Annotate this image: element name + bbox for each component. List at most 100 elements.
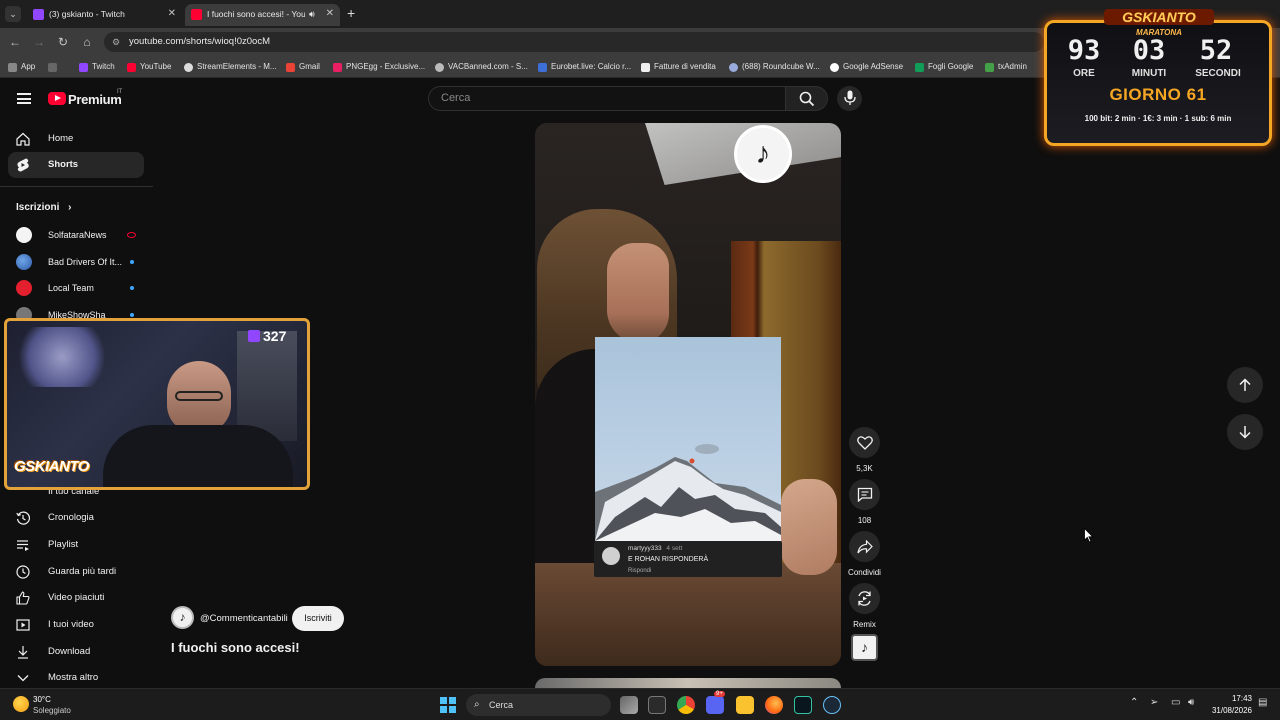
next-short-preview[interactable] [535,678,841,688]
sidebar-item-liked[interactable]: Video piaciuti [8,585,144,611]
sidebar-item-shorts[interactable]: Shorts [8,152,144,178]
clock-date[interactable]: 31/08/2026 [1206,706,1252,715]
tab-youtube[interactable]: I fuochi sono accesi! - YouTube 🔊︎ ✕ [185,4,340,26]
volume-icon[interactable]: 🔊︎ [1188,697,1194,708]
discord-icon[interactable]: 9+ [706,691,725,714]
short-video-player[interactable]: ♪ martyyy333 4 sett E ROHAN RISPONDERÀ R… [535,123,841,666]
start-button[interactable] [440,697,456,713]
bookmark-label: Gmail [299,62,320,71]
sidebar-item-download[interactable]: Download [8,639,144,665]
network-icon[interactable]: ▭ [1171,697,1180,708]
store-icon[interactable] [648,696,666,714]
bookmark-sheets[interactable]: Fogli Google [915,60,973,74]
gmail-icon [286,63,295,72]
comments-button[interactable]: 108 [849,479,880,525]
sidebar-item-home[interactable]: Home [8,126,144,152]
comment-card: martyyy333 4 sett E ROHAN RISPONDERÀ Ris… [594,541,782,577]
channel-name[interactable]: @Commenticantabili [200,613,288,624]
sidebar-item-your-videos[interactable]: I tuoi video [8,612,144,638]
apps-grid-icon [8,63,17,72]
reload-icon[interactable]: ↻ [55,34,71,50]
bookmark-eurobet[interactable]: Eurobet.live: Calcio r... [538,60,631,74]
marathon-timer-overlay: GSKIANTO MARATONA 93 03 52 ORE MINUTI SE… [1044,8,1272,146]
back-icon[interactable]: ← [7,34,23,50]
share-button[interactable]: Condividi [848,531,881,577]
like-button[interactable]: 5,3K [849,427,880,473]
bookmark-gmail[interactable]: Gmail [286,60,320,74]
weather-icon[interactable] [13,696,29,712]
channel-avatar[interactable]: ♪ [171,606,194,629]
google-icon [830,63,839,72]
clock-time[interactable]: 17:43 [1206,694,1252,703]
webcam-room-light [17,327,107,387]
tray-chevron-icon[interactable]: ⌃ [1130,697,1138,708]
menu-icon[interactable] [17,93,31,104]
search-input[interactable]: Cerca [428,86,786,111]
notification-icon[interactable]: ▤ [1258,697,1267,708]
sound-thumbnail[interactable]: ♪ [851,634,878,661]
subscription-item[interactable]: Bad Drivers Of It... [8,249,144,275]
txadmin-icon [985,63,994,72]
tray-send-icon[interactable]: ➢ [1150,697,1158,708]
subscribe-button[interactable]: Iscriviti [292,606,344,631]
streamlabs-icon[interactable] [794,696,812,714]
tab-twitch[interactable]: (3) gskianto - Twitch ✕ [27,4,182,26]
grid-icon [48,63,57,72]
weather-temperature[interactable]: 30°C [33,695,51,704]
taskbar-search[interactable]: ⌕ Cerca [466,694,611,716]
bookmark-youtube[interactable]: YouTube [127,60,171,74]
youtube-logo-icon[interactable] [48,92,66,105]
forward-icon[interactable]: → [31,34,47,50]
avatar [16,280,32,296]
youtube-logo-text[interactable]: Premium [68,92,122,107]
home-icon[interactable]: ⌂ [79,34,95,50]
sidebar-item-playlist[interactable]: Playlist [8,532,144,558]
subscriptions-heading[interactable]: Iscrizioni › [16,202,71,213]
weather-description[interactable]: Soleggiato [33,706,71,715]
comment-count: 108 [857,516,872,525]
steam-icon[interactable] [823,696,841,714]
bookmark-txadmin[interactable]: txAdmin [985,60,1027,74]
webcam-overlay: 327 GSKIANTO [4,318,310,490]
new-content-dot [130,313,134,317]
notification-badge: 9+ [714,691,725,697]
music-note-icon: ♪ [179,610,186,624]
sidebar-item-history[interactable]: Cronologia [8,505,144,531]
close-icon[interactable]: ✕ [326,4,334,24]
chrome-icon[interactable] [677,696,695,714]
file-explorer-icon[interactable] [736,696,754,714]
like-icon [16,591,30,605]
search-button[interactable] [786,86,828,111]
bookmark-fatture[interactable]: Fatture di vendita [641,60,716,74]
pngegg-icon [333,63,342,72]
home-icon [16,132,30,146]
bookmark-adsense[interactable]: Google AdSense [830,60,903,74]
viewer-counter: 327 [248,328,286,344]
bookmark-twitch[interactable]: Twitch [79,60,115,74]
subscription-item[interactable]: SolfataraNews [8,222,144,248]
new-tab-button[interactable]: + [347,5,355,21]
address-bar[interactable]: ⚙ youtube.com/shorts/wioq!0z0ocM [104,32,1044,52]
twitch-icon [79,63,88,72]
previous-short-button[interactable] [1227,367,1263,403]
bookmark-app[interactable]: App [8,60,35,74]
bookmark-streamelements[interactable]: StreamElements - M... [184,60,277,74]
firefox-icon[interactable] [765,696,783,714]
next-short-button[interactable] [1227,414,1263,450]
task-view-icon[interactable] [620,696,638,714]
tab-search-button[interactable]: ⌄ [5,6,21,22]
close-icon[interactable]: ✕ [168,4,176,24]
bookmark-roundcube[interactable]: (688) Roundcube W... [729,60,820,74]
bookmark-pngegg[interactable]: PNGEgg - Exclusive... [333,60,425,74]
site-info-icon[interactable]: ⚙ [112,32,120,52]
url-text: youtube.com/shorts/wioq!0z0ocM [129,36,270,47]
remix-button[interactable]: Remix [849,583,880,629]
bookmark-vacbanned[interactable]: VACBanned.com - S... [435,60,528,74]
sidebar-item-watch-later[interactable]: Guarda più tardi [8,559,144,585]
arrow-up-icon [1239,378,1251,391]
bookmark-label: Eurobet.live: Calcio r... [551,62,632,71]
subscription-item[interactable]: Local Team [8,275,144,301]
music-note-icon: ♪ [861,639,868,655]
voice-search-button[interactable] [837,86,862,111]
speaker-icon[interactable]: 🔊︎ [309,4,315,24]
